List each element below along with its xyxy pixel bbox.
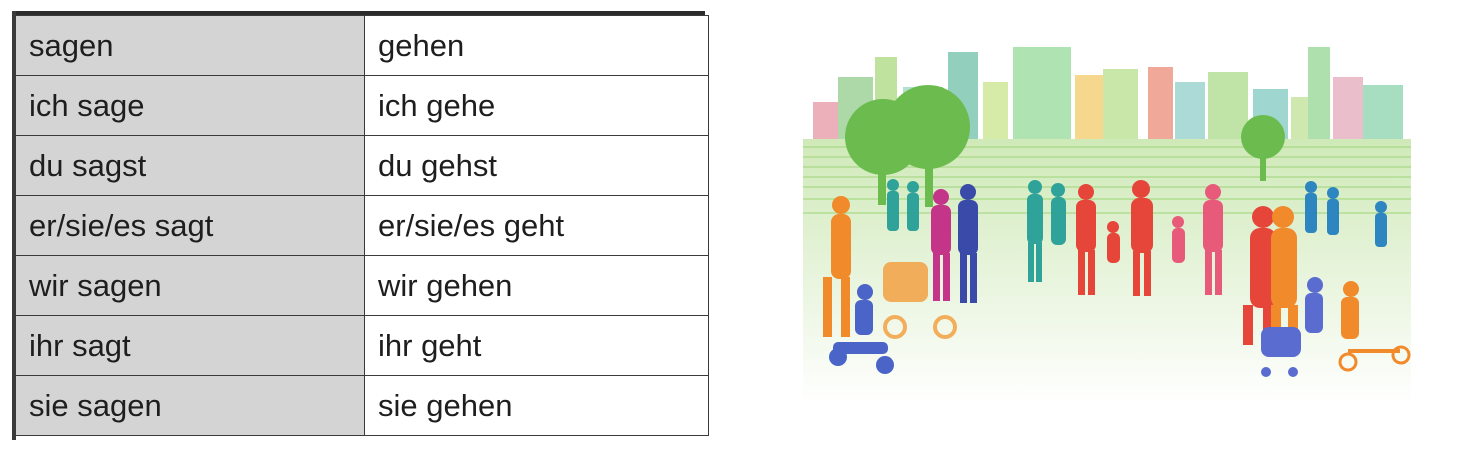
cell-gehen: er/sie/es geht bbox=[364, 195, 709, 256]
cell-gehen: gehen bbox=[364, 15, 709, 76]
cell-sagen: wir sagen bbox=[15, 255, 365, 316]
cell-gehen: ihr geht bbox=[364, 315, 709, 376]
table-row: er/sie/es sagt er/sie/es geht bbox=[15, 195, 709, 256]
conjugation-table-wrapper: sagen gehen ich sage ich gehe du sagst d… bbox=[12, 11, 709, 440]
cell-gehen: sie gehen bbox=[364, 375, 709, 436]
table-row: du sagst du gehst bbox=[15, 135, 709, 196]
cell-gehen: du gehst bbox=[364, 135, 709, 196]
cell-sagen: er/sie/es sagt bbox=[15, 195, 365, 256]
city-people-image bbox=[803, 47, 1411, 405]
cell-sagen: sagen bbox=[15, 15, 365, 76]
cell-gehen: wir gehen bbox=[364, 255, 709, 316]
cell-sagen: ich sage bbox=[15, 75, 365, 136]
table-row: sagen gehen bbox=[15, 15, 709, 76]
table-row: ich sage ich gehe bbox=[15, 75, 709, 136]
table-row: ihr sagt ihr geht bbox=[15, 315, 709, 376]
table-row: wir sagen wir gehen bbox=[15, 255, 709, 316]
cell-sagen: ihr sagt bbox=[15, 315, 365, 376]
conjugation-table: sagen gehen ich sage ich gehe du sagst d… bbox=[15, 15, 709, 436]
table-row: sie sagen sie gehen bbox=[15, 375, 709, 436]
city-people-illustration bbox=[803, 27, 1411, 405]
cell-gehen: ich gehe bbox=[364, 75, 709, 136]
cell-sagen: du sagst bbox=[15, 135, 365, 196]
cell-sagen: sie sagen bbox=[15, 375, 365, 436]
